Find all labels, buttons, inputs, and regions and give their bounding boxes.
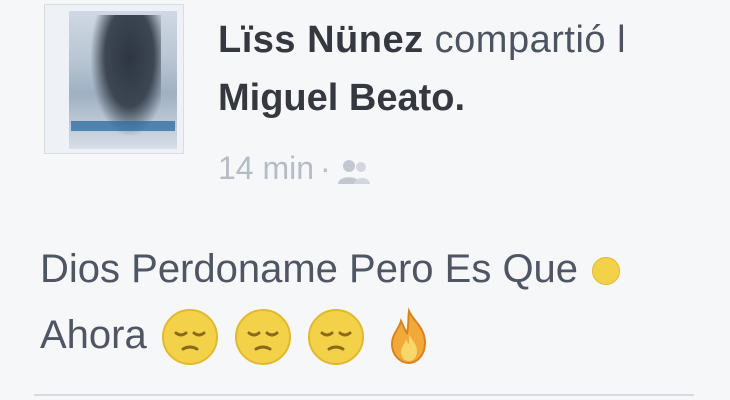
disappointed-face-icon <box>308 309 365 366</box>
message-text-1: Dios Perdoname Pero Es Que <box>40 247 579 291</box>
post-meta: 14 min · <box>218 146 371 190</box>
post-timestamp[interactable]: 14 min <box>218 150 314 186</box>
disappointed-face-icon <box>592 257 621 286</box>
message-line-2: Ahora <box>40 302 730 368</box>
feed-post: Lïss Nünez compartió l Miguel Beato. 14 … <box>0 0 730 400</box>
post-header: Lïss Nünez compartió l <box>218 14 626 66</box>
shared-target-link[interactable]: Miguel Beato. <box>218 72 465 124</box>
avatar-detail <box>71 121 175 131</box>
message-text-2: Ahora <box>40 313 147 357</box>
meta-separator: · <box>320 150 331 186</box>
disappointed-face-icon <box>161 309 218 366</box>
post-divider <box>34 394 694 396</box>
fire-icon <box>391 307 427 365</box>
author-name-link[interactable]: Lïss Nünez <box>218 19 424 61</box>
avatar-figure <box>91 15 161 135</box>
friends-icon[interactable] <box>337 157 371 185</box>
disappointed-face-icon <box>235 309 291 366</box>
profile-avatar[interactable] <box>44 4 184 154</box>
post-message: Dios Perdoname Pero Es Que Ahora <box>40 236 730 368</box>
shared-action-text: compartió l <box>434 19 627 61</box>
message-line-1: Dios Perdoname Pero Es Que <box>40 236 730 302</box>
